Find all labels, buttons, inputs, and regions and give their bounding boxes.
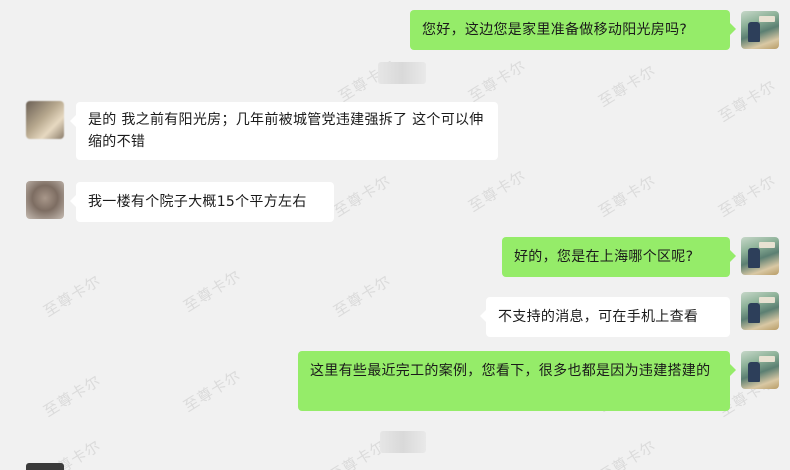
avatar-self[interactable] bbox=[741, 237, 779, 275]
message-bubble-contact[interactable]: 我一楼有个院子大概15个平方左右 bbox=[70, 182, 334, 222]
message-row: 不支持的消息，可在手机上查看 bbox=[0, 285, 790, 337]
avatar-self[interactable] bbox=[741, 11, 779, 49]
message-row: 这里有些最近完工的案例，您看下，很多也都是因为违建搭建的 bbox=[0, 345, 790, 415]
avatar-self[interactable] bbox=[741, 292, 779, 330]
message-row: 我一楼有个院子大概15个平方左右 bbox=[0, 175, 790, 225]
unsupported-message-bubble[interactable]: 不支持的消息，可在手机上查看 bbox=[480, 297, 730, 337]
avatar-contact[interactable] bbox=[26, 181, 64, 219]
chat-window: 至尊卡尔 至尊卡尔 至尊卡尔 至尊卡尔 至尊卡尔 至尊卡尔 至尊卡尔 至尊卡尔 … bbox=[0, 0, 790, 470]
message-bubble-self[interactable]: 好的，您是在上海哪个区呢? bbox=[502, 237, 736, 277]
avatar-contact[interactable] bbox=[26, 463, 64, 470]
watermark-text: 至尊卡尔 bbox=[595, 436, 660, 470]
message-row: 是的 我之前有阳光房；几年前被城管党违建强拆了 这个可以伸缩的不错 bbox=[0, 95, 790, 165]
message-bubble-self[interactable]: 您好，这边您是家里准备做移动阳光房吗? bbox=[410, 10, 736, 50]
avatar-self[interactable] bbox=[741, 351, 779, 389]
blurred-nickname bbox=[378, 62, 426, 84]
message-bubble-contact[interactable]: 是的 我之前有阳光房；几年前被城管党违建强拆了 这个可以伸缩的不错 bbox=[70, 102, 498, 160]
blurred-nickname bbox=[380, 431, 426, 453]
message-row: 好的，您是在上海哪个区呢? bbox=[0, 230, 790, 280]
message-row: 您好，这边您是家里准备做移动阳光房吗? bbox=[0, 0, 790, 60]
message-bubble-self[interactable]: 这里有些最近完工的案例，您看下，很多也都是因为违建搭建的 bbox=[298, 351, 736, 411]
avatar-contact[interactable] bbox=[26, 101, 64, 139]
